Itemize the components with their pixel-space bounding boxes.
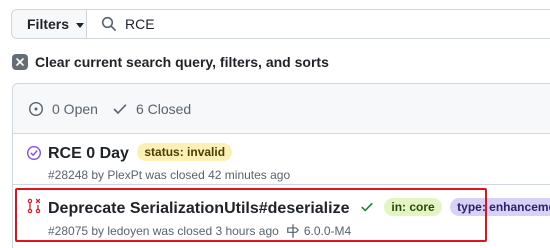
closed-pull-request-icon	[27, 198, 41, 214]
issue-meta: #28248 by PlexPt was closed 42 minutes a…	[48, 168, 291, 182]
issue-title-link[interactable]: RCE 0 Day	[48, 145, 129, 162]
issues-list: 0 Open 6 Closed RCE 0 Day status: invali…	[12, 83, 550, 248]
label-badge[interactable]: in: core	[384, 198, 442, 216]
filters-label: Filters	[27, 16, 70, 32]
pr-meta-text: #28075 by ledoyen was closed 3 hours ago	[48, 224, 279, 238]
label-badge[interactable]: type: enhancement	[450, 198, 550, 216]
open-count-label: 0 Open	[52, 100, 98, 117]
search-box[interactable]	[87, 9, 550, 39]
clear-filters-link[interactable]: Clear current search query, filters, and…	[12, 54, 329, 70]
milestone-icon	[286, 224, 299, 238]
caret-down-icon	[76, 22, 85, 28]
closed-issue-icon	[26, 145, 42, 161]
filter-bar: Filters	[11, 9, 550, 39]
open-issue-icon	[28, 101, 44, 116]
milestone-link[interactable]: 6.0.0-M4	[304, 224, 351, 238]
search-input[interactable]	[125, 16, 425, 32]
closed-count-label: 6 Closed	[135, 100, 192, 117]
issue-title-row: RCE 0 Day status: invalid	[48, 143, 233, 163]
clear-x-icon	[12, 54, 28, 70]
filters-dropdown-button[interactable]: Filters	[11, 9, 87, 39]
check-icon	[113, 103, 127, 114]
issues-list-header: 0 Open 6 Closed	[13, 84, 550, 134]
checks-passed-icon[interactable]	[360, 200, 374, 214]
label-badge[interactable]: status: invalid	[137, 143, 233, 161]
pr-meta: #28075 by ledoyen was closed 3 hours ago…	[48, 224, 351, 238]
list-item[interactable]: Deprecate SerializationUtils#deserialize…	[13, 185, 550, 238]
pr-title-link[interactable]: Deprecate SerializationUtils#deserialize	[48, 200, 349, 217]
search-icon	[101, 16, 116, 31]
open-filter-tab[interactable]: 0 Open	[28, 101, 98, 117]
pr-title-row: Deprecate SerializationUtils#deserialize…	[48, 198, 550, 218]
clear-filters-label: Clear current search query, filters, and…	[35, 54, 329, 70]
list-item[interactable]: RCE 0 Day status: invalid #28248 by Plex…	[13, 134, 550, 185]
closed-filter-tab[interactable]: 6 Closed	[112, 101, 191, 117]
